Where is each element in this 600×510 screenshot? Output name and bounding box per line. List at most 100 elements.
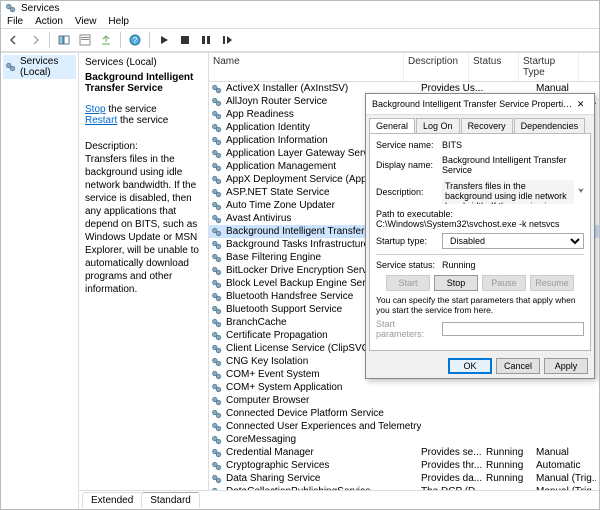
service-icon [211, 473, 223, 485]
view-tabs: Extended Standard [79, 490, 599, 509]
tab-logon[interactable]: Log On [416, 118, 460, 133]
service-name: Connected Device Platform Service [226, 408, 421, 419]
service-icon [211, 369, 223, 381]
back-button[interactable] [5, 31, 23, 49]
service-icon [211, 252, 223, 264]
service-row[interactable]: Connected User Experiences and Telemetry [209, 420, 599, 433]
service-row[interactable]: Cryptographic ServicesProvides thr...Run… [209, 459, 599, 472]
service-row[interactable]: COM+ System Application [209, 381, 599, 394]
tab-standard[interactable]: Standard [141, 492, 200, 508]
restart-service-button[interactable] [218, 31, 236, 49]
service-desc: Provides thr... [421, 460, 486, 471]
list-header: Name Description Status Startup Type [209, 53, 599, 82]
value-path: C:\Windows\System32\svchost.exe -k netsv… [376, 219, 584, 229]
service-desc: Provides da... [421, 473, 486, 484]
menu-file[interactable]: File [7, 16, 23, 27]
service-row[interactable]: Credential ManagerProvides se...RunningM… [209, 446, 599, 459]
help-button[interactable]: ? [126, 31, 144, 49]
service-row[interactable]: Connected Device Platform Service [209, 407, 599, 420]
stop-suffix: the service [106, 104, 157, 115]
label-status: Service status: [376, 260, 438, 270]
main-content: Services (Local) Background Intelligent … [79, 53, 599, 490]
col-description[interactable]: Description [404, 53, 469, 81]
label-startup: Startup type: [376, 236, 438, 246]
col-startup[interactable]: Startup Type [519, 53, 579, 81]
service-icon [211, 135, 223, 147]
service-icon [211, 395, 223, 407]
ok-button[interactable]: OK [448, 358, 492, 374]
tab-general[interactable]: General [369, 118, 415, 133]
label-description: Description: [376, 187, 438, 197]
service-icon [211, 96, 223, 108]
forward-button[interactable] [26, 31, 44, 49]
menubar: File Action View Help [1, 15, 599, 28]
service-icon [211, 187, 223, 199]
tab-dependencies[interactable]: Dependencies [514, 118, 586, 133]
dialog-title: Background Intelligent Transfer Service … [372, 99, 573, 109]
tree-services-local[interactable]: Services (Local) [3, 55, 76, 79]
services-icon [5, 2, 17, 14]
cancel-button[interactable]: Cancel [496, 358, 540, 374]
service-name: COM+ System Application [226, 382, 421, 393]
apply-button[interactable]: Apply [544, 358, 588, 374]
service-icon [211, 356, 223, 368]
service-startup: Manual (Trig... [536, 473, 596, 484]
show-hide-tree-button[interactable] [55, 31, 73, 49]
service-row[interactable]: DataCollectionPublishingServiceThe DCP (… [209, 485, 599, 490]
start-service-button[interactable] [155, 31, 173, 49]
pause-service-button[interactable] [197, 31, 215, 49]
menu-view[interactable]: View [75, 16, 97, 27]
restart-link[interactable]: Restart [85, 115, 117, 126]
close-button[interactable]: ✕ [573, 97, 588, 111]
service-name: Data Sharing Service [226, 473, 421, 484]
properties-button[interactable] [76, 31, 94, 49]
description-text: Transfers files in the background using … [85, 153, 202, 296]
service-name: Cryptographic Services [226, 460, 421, 471]
col-status[interactable]: Status [469, 53, 519, 81]
service-icon [211, 304, 223, 316]
value-description: Transfers files in the background using … [442, 180, 574, 204]
menu-help[interactable]: Help [108, 16, 129, 27]
service-status: Running [486, 473, 536, 484]
service-status: Running [486, 447, 536, 458]
export-button[interactable] [97, 31, 115, 49]
dialog-body: Service name: BITS Display name: Backgro… [369, 133, 591, 351]
stop-service-button[interactable] [176, 31, 194, 49]
tree-pane: Services (Local) [1, 53, 79, 509]
tab-recovery[interactable]: Recovery [461, 118, 513, 133]
dialog-tabs: General Log On Recovery Dependencies [366, 115, 594, 133]
stop-button[interactable]: Stop [434, 275, 478, 291]
service-icon [211, 83, 223, 95]
detail-pane: Services (Local) Background Intelligent … [79, 53, 209, 490]
service-icon [211, 434, 223, 446]
scroll-icon[interactable]: ⮟ [578, 188, 584, 196]
stop-link[interactable]: Stop [85, 104, 106, 115]
service-icon [211, 382, 223, 394]
toolbar-separator [49, 32, 50, 48]
service-row[interactable]: Data Sharing ServiceProvides da...Runnin… [209, 472, 599, 485]
service-row[interactable]: CoreMessaging [209, 433, 599, 446]
svg-text:?: ? [133, 36, 138, 45]
dialog-titlebar: Background Intelligent Transfer Service … [366, 94, 594, 115]
window-title: Services [21, 3, 59, 14]
resume-button: Resume [530, 275, 574, 291]
startup-type-select[interactable]: Disabled [442, 233, 584, 249]
service-icon [211, 226, 223, 238]
col-name[interactable]: Name [209, 53, 404, 81]
toolbar-separator [149, 32, 150, 48]
service-icon [211, 447, 223, 459]
service-icon [211, 421, 223, 433]
service-icon [211, 161, 223, 173]
service-name: Computer Browser [226, 395, 421, 406]
services-icon [5, 61, 17, 73]
body: Services (Local) Services (Local) Backgr… [1, 52, 599, 509]
value-status: Running [442, 260, 476, 270]
description-label: Description: [85, 140, 202, 153]
menu-action[interactable]: Action [35, 16, 63, 27]
service-icon [211, 460, 223, 472]
toolbar-separator [120, 32, 121, 48]
tab-extended[interactable]: Extended [82, 492, 142, 508]
service-name: Credential Manager [226, 447, 421, 458]
service-startup: Manual [536, 447, 596, 458]
service-row[interactable]: Computer Browser [209, 394, 599, 407]
